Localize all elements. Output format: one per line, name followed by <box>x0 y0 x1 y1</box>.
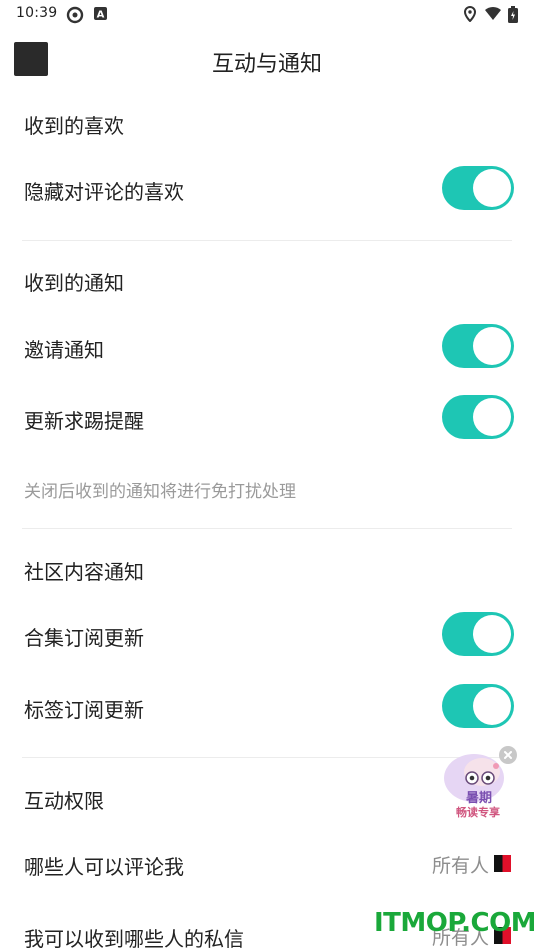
toggle-knob <box>473 169 511 207</box>
promo-text-line2: 畅读专享 <box>456 805 500 819</box>
who-can-comment-value[interactable]: 所有人 <box>432 851 489 878</box>
divider <box>22 240 512 241</box>
setting-label-hide-comment-likes: 隐藏对评论的喜欢 <box>24 180 184 204</box>
who-can-comment-label: 哪些人可以评论我 <box>24 855 184 879</box>
toggle-knob <box>473 615 511 653</box>
promo-badge[interactable]: 暑期 畅读专享 <box>438 746 520 822</box>
toggle-update-reminder[interactable] <box>442 395 514 439</box>
setting-label-tag-updates: 标签订阅更新 <box>24 698 144 722</box>
who-can-message-label: 我可以收到哪些人的私信 <box>24 927 244 950</box>
promo-text-line1: 暑期 <box>465 791 492 806</box>
divider <box>22 528 512 529</box>
setting-label-collection-updates: 合集订阅更新 <box>24 626 144 650</box>
setting-label-update-reminder: 更新求踢提醒 <box>24 409 144 433</box>
promo-close-icon[interactable] <box>499 746 517 764</box>
location-icon <box>463 5 477 26</box>
toggle-collection-updates[interactable] <box>442 612 514 656</box>
section-title-community: 社区内容通知 <box>24 560 144 584</box>
setting-label-who-can-message[interactable]: 我可以收到哪些人的私信 <box>24 923 244 950</box>
svg-text:A: A <box>97 10 105 21</box>
toggle-knob <box>473 687 511 725</box>
toggle-knob <box>473 327 511 365</box>
watermark: ITMOP.COM <box>374 908 534 938</box>
status-bar: 10:39 A <box>0 0 534 28</box>
toggle-invite-notification[interactable] <box>442 324 514 368</box>
battery-icon <box>508 6 518 27</box>
toggle-knob <box>473 398 511 436</box>
section-title-likes: 收到的喜欢 <box>24 114 124 138</box>
toggle-tag-updates[interactable] <box>442 684 514 728</box>
keyboard-a-icon: A <box>94 6 108 26</box>
toggle-hide-comment-likes[interactable] <box>442 166 514 210</box>
notification-hint: 关闭后收到的通知将进行免打扰处理 <box>24 482 296 502</box>
value-indicator-icon <box>494 855 511 872</box>
wifi-icon <box>484 6 502 26</box>
setting-label-invite-notification: 邀请通知 <box>24 338 104 362</box>
section-title-notifications: 收到的通知 <box>24 271 124 295</box>
section-title-permissions: 互动权限 <box>24 789 104 813</box>
page-title: 互动与通知 <box>211 52 322 77</box>
setting-label-who-can-comment[interactable]: 哪些人可以评论我 <box>24 851 184 880</box>
top-bar: 互动与通知 <box>0 28 534 92</box>
vpn-icon <box>66 6 84 28</box>
status-time: 10:39 <box>16 5 58 21</box>
